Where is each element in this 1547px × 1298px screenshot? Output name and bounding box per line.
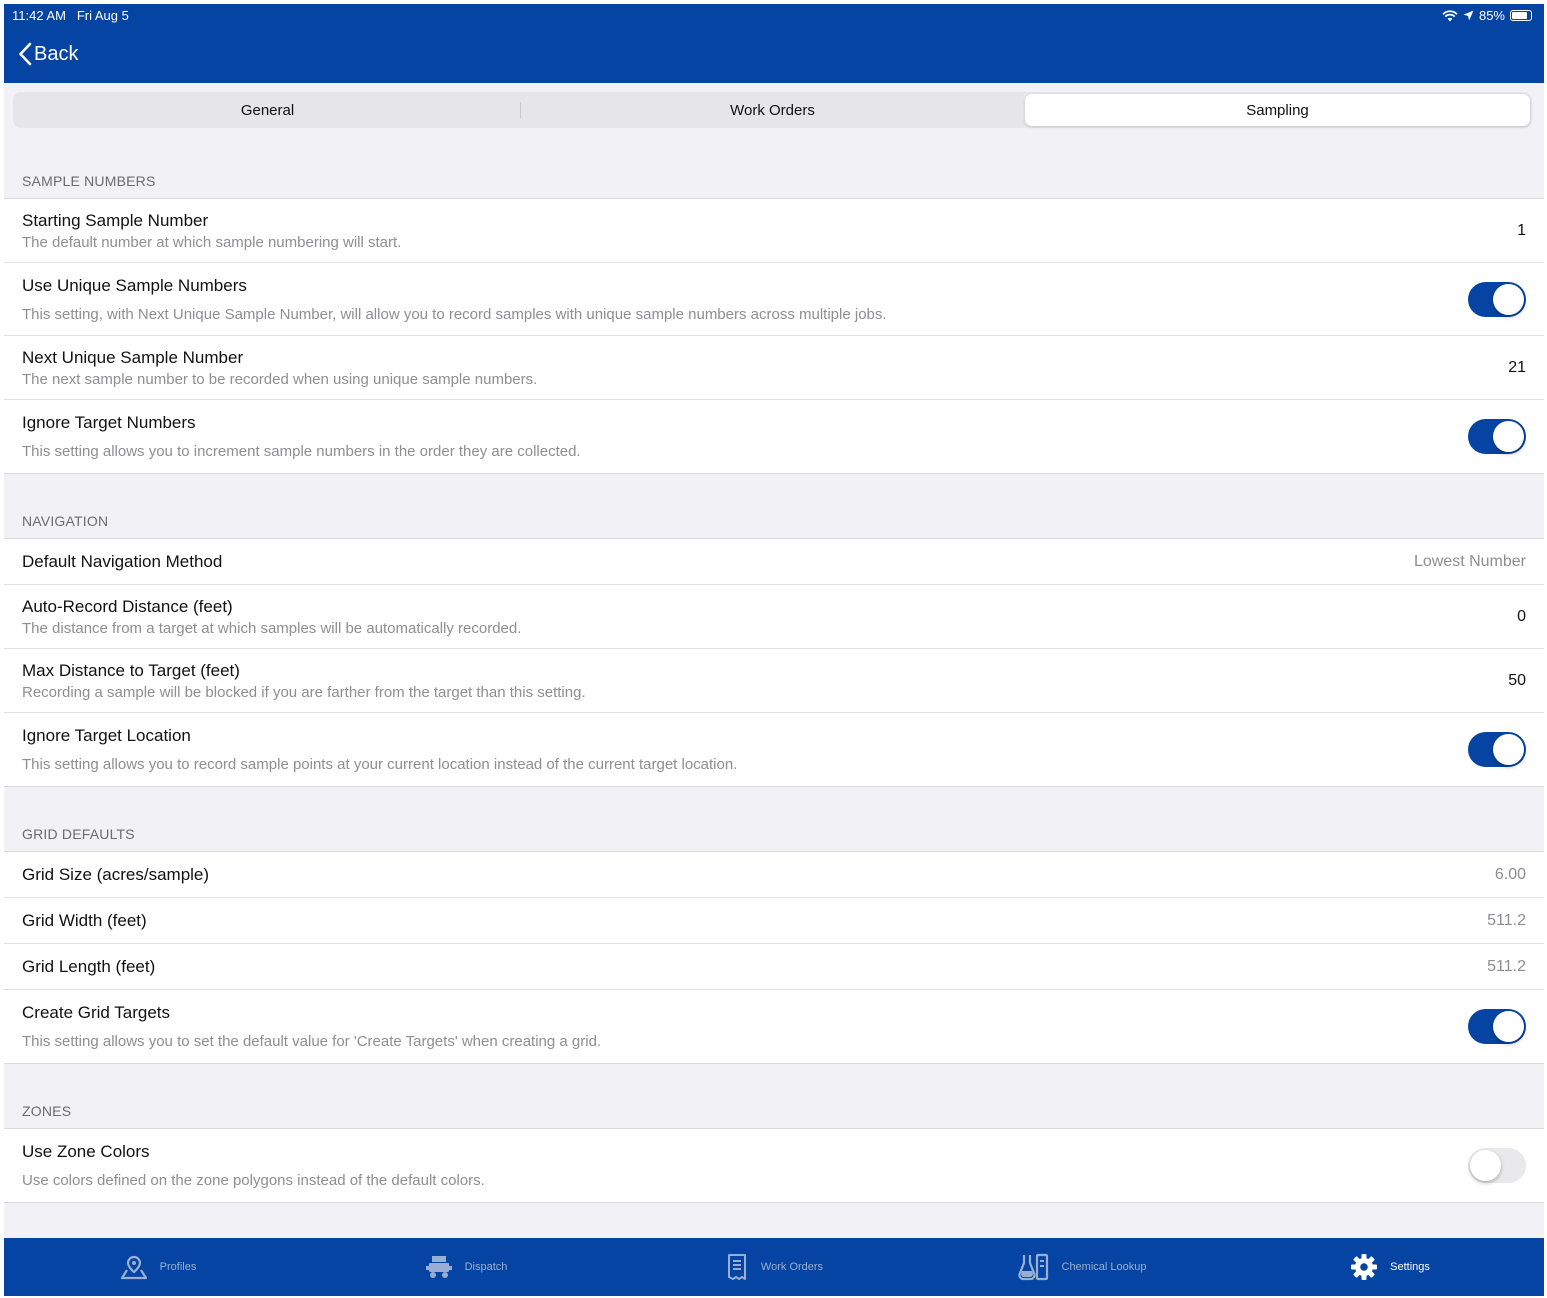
row-grid-width[interactable]: Grid Width (feet) 511.2 — [4, 898, 1544, 944]
profiles-map-pin-icon — [120, 1255, 147, 1280]
group-navigation: Default Navigation Method Lowest Number … — [4, 538, 1544, 787]
status-bar-right: 85% — [1442, 8, 1532, 23]
row-title: Grid Size (acres/sample) — [22, 864, 210, 884]
back-label: Back — [34, 42, 79, 65]
tab-sampling[interactable]: Sampling — [1025, 94, 1530, 126]
tabbar-item-dispatch[interactable]: Dispatch — [312, 1238, 620, 1296]
row-grid-length[interactable]: Grid Length (feet) 511.2 — [4, 944, 1544, 990]
battery-icon — [1510, 10, 1532, 21]
tabbar-label: Profiles — [159, 1261, 197, 1273]
tabbar-label: Work Orders — [760, 1261, 824, 1273]
tabbar-item-chemical-lookup[interactable]: Chemical Lookup — [928, 1238, 1236, 1296]
tabbar-label: Dispatch — [464, 1261, 508, 1273]
auto-record-distance-value[interactable]: 0 — [1517, 608, 1526, 626]
row-description: Recording a sample will be blocked if yo… — [22, 683, 586, 701]
row-create-grid-targets: Create Grid Targets This setting allows … — [4, 990, 1544, 1063]
row-title: Grid Length (feet) — [22, 956, 156, 976]
dispatch-truck-icon — [425, 1256, 452, 1278]
tab-work-orders[interactable]: Work Orders — [520, 94, 1025, 126]
next-unique-sample-number-value[interactable]: 21 — [1508, 359, 1526, 377]
row-description: The distance from a target at which samp… — [22, 619, 522, 637]
tabbar-item-work-orders[interactable]: Work Orders — [620, 1238, 928, 1296]
settings-segmented-control: General Work Orders Sampling — [13, 92, 1532, 128]
row-description: This setting allows you to record sample… — [22, 756, 738, 773]
gear-icon — [1351, 1254, 1378, 1280]
row-use-zone-colors: Use Zone Colors Use colors defined on th… — [4, 1129, 1544, 1202]
use-unique-sample-numbers-toggle[interactable] — [1468, 281, 1526, 317]
chevron-left-icon — [19, 42, 32, 66]
section-header-sample-numbers: SAMPLE NUMBERS — [22, 173, 156, 189]
tabbar-label: Chemical Lookup — [1061, 1261, 1147, 1273]
max-distance-to-target-value[interactable]: 50 — [1508, 672, 1526, 690]
ignore-target-numbers-toggle[interactable] — [1468, 419, 1526, 454]
section-header-grid-defaults: GRID DEFAULTS — [22, 826, 135, 842]
row-description: This setting allows you to increment sam… — [22, 443, 581, 460]
ignore-target-location-toggle[interactable] — [1468, 732, 1526, 767]
row-title: Ignore Target Numbers — [22, 413, 196, 432]
starting-sample-number-value[interactable]: 1 — [1517, 222, 1526, 240]
row-auto-record-distance[interactable]: Auto-Record Distance (feet) The distance… — [4, 585, 1544, 649]
row-default-navigation-method[interactable]: Default Navigation Method Lowest Number — [4, 539, 1544, 585]
row-title: Max Distance to Target (feet) — [22, 660, 240, 680]
row-title: Default Navigation Method — [22, 551, 223, 571]
navigation-bar: 11:42 AM Fri Aug 5 85% Back — [4, 4, 1544, 83]
row-title: Next Unique Sample Number — [22, 347, 244, 367]
row-title: Create Grid Targets — [22, 1003, 171, 1022]
grid-width-value[interactable]: 511.2 — [1487, 912, 1526, 930]
default-navigation-method-value[interactable]: Lowest Number — [1414, 553, 1526, 571]
row-description: The default number at which sample numbe… — [22, 233, 402, 251]
status-time: 11:42 AM — [12, 8, 66, 23]
use-zone-colors-toggle[interactable] — [1468, 1148, 1526, 1183]
row-title: Use Unique Sample Numbers — [22, 275, 247, 295]
row-title: Auto-Record Distance (feet) — [22, 596, 233, 616]
row-grid-size[interactable]: Grid Size (acres/sample) 6.00 — [4, 852, 1544, 898]
row-ignore-target-location: Ignore Target Location This setting allo… — [4, 713, 1544, 786]
row-next-unique-sample-number[interactable]: Next Unique Sample Number The next sampl… — [4, 336, 1544, 400]
tabbar-item-profiles[interactable]: Profiles — [4, 1238, 312, 1296]
work-orders-document-icon — [727, 1254, 746, 1280]
tabbar-item-settings[interactable]: Settings — [1236, 1238, 1544, 1296]
create-grid-targets-toggle[interactable] — [1468, 1009, 1526, 1044]
row-title: Ignore Target Location — [22, 726, 191, 745]
row-title: Starting Sample Number — [22, 210, 209, 230]
row-ignore-target-numbers: Ignore Target Numbers This setting allow… — [4, 400, 1544, 473]
tab-general[interactable]: General — [15, 94, 520, 126]
group-zones: Use Zone Colors Use colors defined on th… — [4, 1128, 1544, 1203]
section-header-zones: ZONES — [22, 1103, 72, 1119]
row-title: Grid Width (feet) — [22, 910, 147, 930]
row-description: The next sample number to be recorded wh… — [22, 370, 538, 388]
status-bar-time: 11:42 AM Fri Aug 5 — [12, 8, 129, 23]
bottom-tab-bar: Profiles Dispatch Work Orders Chemical L… — [4, 1238, 1544, 1296]
battery-percent: 85% — [1478, 8, 1505, 23]
location-arrow-icon — [1463, 10, 1474, 21]
row-title: Use Zone Colors — [22, 1142, 150, 1161]
group-sample-numbers: Starting Sample Number The default numbe… — [4, 198, 1544, 474]
status-date: Fri Aug 5 — [76, 8, 129, 23]
row-use-unique-sample-numbers: Use Unique Sample Numbers This setting, … — [4, 263, 1544, 336]
chemical-flask-icon — [1017, 1253, 1048, 1281]
back-button[interactable]: Back — [18, 42, 78, 66]
row-max-distance-to-target[interactable]: Max Distance to Target (feet) Recording … — [4, 649, 1544, 713]
tabbar-label: Settings — [1390, 1261, 1430, 1273]
app-frame: 11:42 AM Fri Aug 5 85% Back General Work… — [4, 4, 1544, 1296]
grid-length-value[interactable]: 511.2 — [1487, 958, 1526, 976]
row-starting-sample-number[interactable]: Starting Sample Number The default numbe… — [4, 199, 1544, 263]
wifi-icon — [1442, 9, 1458, 21]
row-description: This setting allows you to set the defau… — [22, 1033, 602, 1050]
row-description: This setting, with Next Unique Sample Nu… — [22, 305, 887, 323]
section-header-navigation: NAVIGATION — [22, 513, 109, 529]
settings-content: SAMPLE NUMBERS Starting Sample Number Th… — [4, 134, 1544, 1203]
group-grid-defaults: Grid Size (acres/sample) 6.00 Grid Width… — [4, 851, 1544, 1064]
grid-size-value[interactable]: 6.00 — [1495, 866, 1526, 884]
row-description: Use colors defined on the zone polygons … — [22, 1172, 485, 1189]
